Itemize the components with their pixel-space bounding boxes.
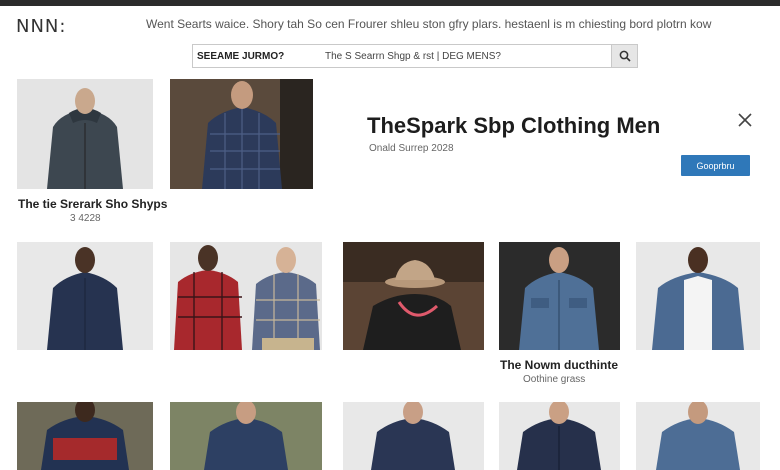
search-prefix: SEEAME JURMO? bbox=[197, 50, 285, 62]
product-image-hat-street[interactable] bbox=[343, 242, 484, 350]
product-image-gray-hoodie[interactable] bbox=[17, 79, 153, 189]
product-title[interactable]: The tie Srerark Sho Shyps bbox=[18, 197, 167, 211]
close-button[interactable] bbox=[736, 111, 754, 129]
product-subtitle: Oothine grass bbox=[523, 374, 586, 385]
feature-cta-button[interactable]: Gooprbru bbox=[681, 155, 750, 176]
close-icon bbox=[738, 113, 752, 127]
search-icon bbox=[619, 50, 631, 62]
top-bar bbox=[0, 0, 780, 6]
product-image-navy-button-up[interactable] bbox=[343, 402, 484, 470]
product-image-navy-shirt[interactable] bbox=[17, 242, 153, 350]
product-image-red-navy-jacket[interactable] bbox=[17, 402, 153, 470]
feature-subtitle: Onald Surrep 2028 bbox=[369, 143, 454, 154]
product-image-denim-jacket[interactable] bbox=[499, 242, 620, 350]
product-title[interactable]: The Nowm ducthinte bbox=[500, 358, 618, 372]
product-image-denim-shirt-light[interactable] bbox=[636, 402, 760, 470]
site-logo[interactable]: NNN: bbox=[16, 16, 66, 37]
product-image-denim-shirt-outdoor[interactable] bbox=[170, 402, 322, 470]
feature-title: TheSpark Sbp Clothing Men bbox=[367, 113, 661, 138]
search-bar[interactable]: SEEAME JURMO? The S Searrn Shgp & rst | … bbox=[192, 44, 638, 68]
tagline: Went Searts waice. Shory tah So cen Frou… bbox=[146, 17, 712, 31]
search-input[interactable]: The S Searrn Shgp & rst | DEG MENS? bbox=[325, 51, 611, 62]
product-image-denim-jacket-white-tee[interactable] bbox=[636, 242, 760, 350]
search-button[interactable] bbox=[611, 45, 637, 67]
product-image-navy-flannel[interactable] bbox=[170, 79, 313, 189]
product-image-navy-zip-hoodie[interactable] bbox=[499, 402, 620, 470]
product-subtitle: 3 4228 bbox=[70, 213, 101, 224]
product-image-two-flannels[interactable] bbox=[170, 242, 322, 350]
